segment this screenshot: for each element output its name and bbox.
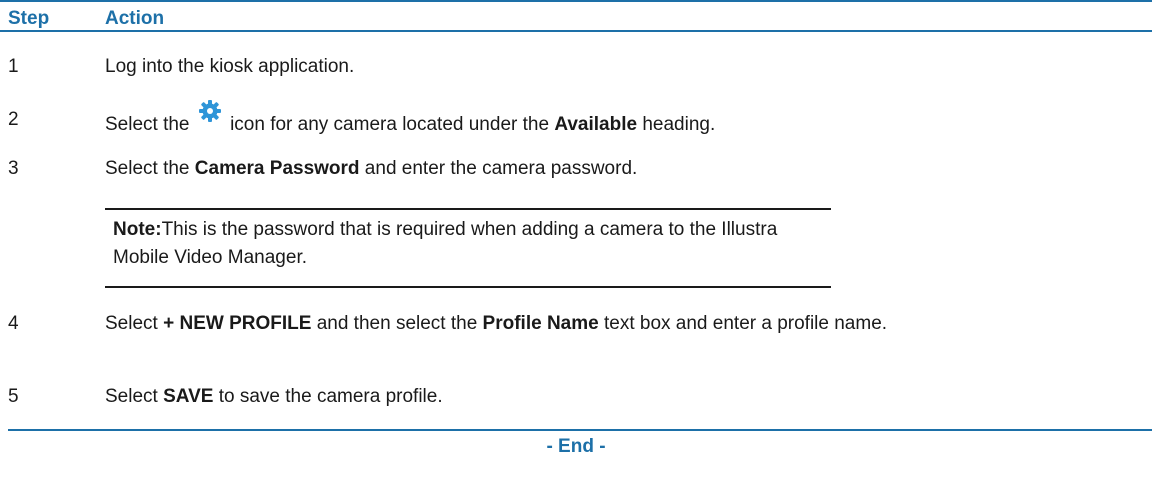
note-label: Note: <box>113 219 162 240</box>
step-text: Select + NEW PROFILE and then select the… <box>105 313 888 334</box>
step-number: 4 <box>8 313 19 334</box>
table-header: Step Action <box>0 0 1152 32</box>
step-number: 5 <box>8 386 19 407</box>
note-box: Note:This is the password that is requir… <box>105 208 831 288</box>
step-number: 3 <box>8 158 19 179</box>
step-text: Select the icon for any camera located u… <box>105 100 905 138</box>
end-marker: - End - <box>546 436 606 457</box>
header-action: Action <box>105 8 165 29</box>
gear-icon <box>197 98 223 124</box>
step-number: 2 <box>8 109 19 130</box>
note-text: This is the password that is required wh… <box>113 219 778 268</box>
header-step: Step <box>8 8 50 29</box>
step-text: Select SAVE to save the camera profile. <box>105 386 443 407</box>
step-number: 1 <box>8 56 19 77</box>
step-text: Select the Camera Password and enter the… <box>105 158 638 179</box>
footer-divider <box>8 429 1152 431</box>
step-text: Log into the kiosk application. <box>105 56 355 77</box>
